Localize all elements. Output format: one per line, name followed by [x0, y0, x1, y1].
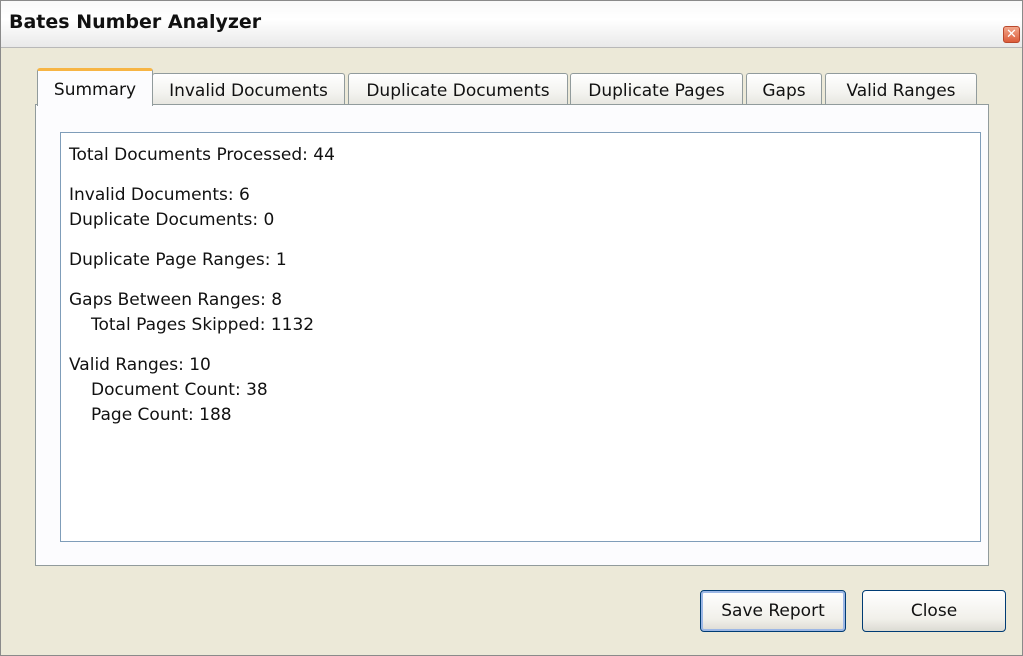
gaps-between-ranges-line: Gaps Between Ranges: 8: [69, 290, 283, 310]
tab-duplicate-documents[interactable]: Duplicate Documents: [348, 73, 568, 106]
close-icon[interactable]: ✕: [1003, 26, 1020, 43]
analyzer-window: Bates Number Analyzer ✕ Summary Invalid …: [0, 0, 1023, 656]
total-documents-line: Total Documents Processed: 44: [69, 145, 335, 165]
total-pages-skipped-line: Total Pages Skipped: 1132: [91, 315, 315, 335]
summary-text-area[interactable]: Total Documents Processed: 44 Invalid Do…: [60, 132, 981, 542]
tab-invalid-documents[interactable]: Invalid Documents: [152, 73, 345, 106]
tab-valid-ranges[interactable]: Valid Ranges: [825, 73, 977, 106]
page-count-line: Page Count: 188: [91, 405, 232, 425]
tab-duplicate-pages[interactable]: Duplicate Pages: [570, 73, 743, 106]
invalid-documents-line: Invalid Documents: 6: [69, 185, 250, 205]
valid-ranges-line: Valid Ranges: 10: [69, 355, 211, 375]
duplicate-page-ranges-line: Duplicate Page Ranges: 1: [69, 250, 287, 270]
window-title: Bates Number Analyzer: [9, 11, 262, 33]
tab-summary[interactable]: Summary: [37, 68, 153, 106]
tab-gaps[interactable]: Gaps: [746, 73, 822, 106]
document-count-line: Document Count: 38: [91, 380, 268, 400]
close-button[interactable]: Close: [862, 590, 1006, 632]
title-bar[interactable]: Bates Number Analyzer ✕: [1, 1, 1022, 48]
save-report-button[interactable]: Save Report: [700, 590, 846, 632]
duplicate-documents-line: Duplicate Documents: 0: [69, 210, 275, 230]
